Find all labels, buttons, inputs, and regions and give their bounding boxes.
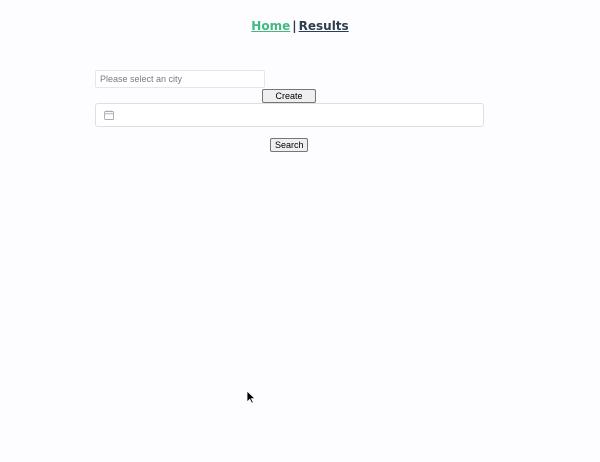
top-nav: Home | Results — [0, 19, 600, 33]
search-button[interactable]: Search — [270, 138, 308, 152]
calendar-icon — [104, 110, 114, 120]
date-picker-input[interactable] — [95, 103, 484, 127]
nav-link-home[interactable]: Home — [251, 19, 290, 33]
city-select[interactable]: Please select an city — [95, 70, 265, 88]
create-city-button[interactable]: Create City — [262, 89, 316, 113]
nav-separator: | — [292, 19, 297, 33]
nav-link-results[interactable]: Results — [299, 19, 349, 33]
mouse-pointer-icon — [246, 390, 256, 404]
